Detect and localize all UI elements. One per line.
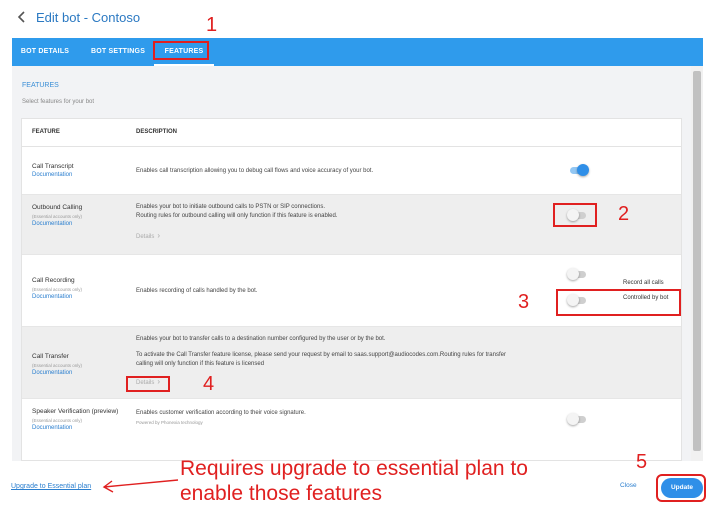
annotation-number-1: 1 [206,14,218,36]
feature-description: Enables recording of calls handled by th… [136,288,258,294]
feature-row-call-transfer: Call Transfer (Essential accounts only) … [22,327,681,399]
column-header-feature: FEATURE [32,129,60,135]
toggle-thumb [567,268,579,280]
annotation-number-2: 2 [618,203,630,225]
feature-note: (Essential accounts only) [32,418,83,423]
feature-row-speaker-verification: Speaker Verification (preview) (Essentia… [22,399,681,441]
page-title: Edit bot - Contoso [36,10,141,25]
annotation-arrow-icon [102,479,179,493]
documentation-link[interactable]: Documentation [32,370,72,376]
section-title: FEATURES [22,82,59,89]
documentation-link[interactable]: Documentation [32,294,72,300]
feature-description-routing: Routing rules for outbound calling will … [136,213,338,219]
feature-description-license-cont: calling will only function if this featu… [136,361,265,367]
annotation-box-outbound-toggle [553,203,597,227]
feature-name: Speaker Verification (preview) [32,408,119,415]
annotation-box-features-tab [153,41,209,60]
feature-note: (Essential accounts only) [32,363,83,368]
column-header-description: DESCRIPTION [136,129,178,135]
feature-name: Outbound Calling [32,204,83,211]
section-subtitle: Select features for your bot [22,99,95,105]
feature-note: (Essential accounts only) [32,287,83,292]
header: Edit bot - Contoso [0,0,714,38]
tab-bar: BOT DETAILS BOT SETTINGS FEATURES [12,38,703,66]
documentation-link[interactable]: Documentation [32,172,72,178]
toggle-thumb [567,413,579,425]
feature-description: Enables your bot to transfer calls to a … [136,336,386,342]
chevron-right-icon: › [157,231,161,240]
annotation-note-line-1: Requires upgrade to essential plan to [180,457,528,480]
feature-description: Enables call transcription allowing you … [136,168,374,174]
close-button[interactable]: Close [620,482,637,489]
feature-row-call-transcript: Call Transcript Documentation Enables ca… [22,147,681,195]
annotation-note-line-2: enable those features [180,482,382,505]
record-all-calls-label: Record all calls [623,280,664,286]
feature-description: Enables your bot to initiate outbound ca… [136,204,325,210]
feature-name: Call Transcript [32,163,74,170]
tab-bot-settings[interactable]: BOT SETTINGS [82,38,154,66]
feature-name: Call Recording [32,277,75,284]
toggle-thumb [577,164,589,176]
tab-bot-details[interactable]: BOT DETAILS [12,38,78,66]
annotation-number-4: 4 [203,373,215,395]
features-panel: FEATURES Select features for your bot FE… [12,66,691,461]
annotation-box-call-recording [556,289,681,316]
powered-by-note: Powered by Phonexia technology [136,420,203,425]
scrollbar[interactable] [691,66,703,461]
table-header: FEATURE DESCRIPTION [22,119,681,147]
speaker-verification-toggle[interactable] [567,413,589,425]
documentation-link[interactable]: Documentation [32,221,72,227]
update-button[interactable]: Update [661,478,703,498]
feature-name: Call Transfer [32,353,69,360]
details-link[interactable]: Details › [136,231,160,240]
annotation-number-5: 5 [636,451,648,473]
annotation-number-3: 3 [518,291,530,313]
feature-description-license: To activate the Call Transfer feature li… [136,352,506,358]
annotation-box-details [126,376,170,392]
back-arrow-icon[interactable] [14,9,30,25]
documentation-link[interactable]: Documentation [32,425,72,431]
scrollbar-thumb[interactable] [693,71,701,451]
call-transcript-toggle[interactable] [567,164,589,176]
details-label: Details [136,234,155,240]
annotation-note: Requires upgrade to essential plan to en… [180,456,620,506]
record-all-calls-toggle[interactable] [567,268,589,280]
feature-description: Enables customer verification according … [136,410,306,416]
feature-note: (Essential accounts only) [32,214,83,219]
upgrade-to-essential-link[interactable]: Upgrade to Essential plan [11,483,91,490]
